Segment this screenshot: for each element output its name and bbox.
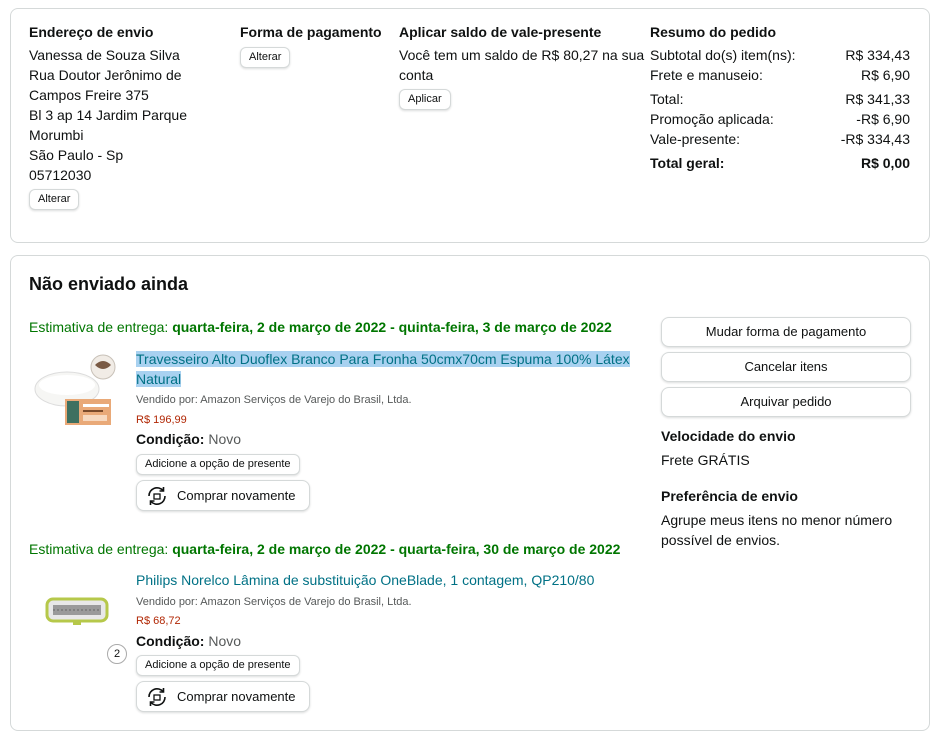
buy-again-button[interactable]: Comprar novamente	[136, 480, 310, 511]
shipping-preference-value: Agrupe meus itens no menor número possív…	[661, 512, 893, 548]
summary-value: R$ 6,90	[860, 67, 910, 83]
grand-total-value: R$ 0,00	[860, 155, 910, 171]
grand-total-label: Total geral:	[650, 155, 725, 171]
product-title-line: Travesseiro Alto Duoflex Branco Para Fro…	[136, 351, 630, 367]
address-line: Morumbi	[29, 127, 84, 143]
summary-row-promotion: Promoção aplicada: -R$ 6,90	[650, 109, 910, 129]
cancel-items-button[interactable]: Cancelar itens	[661, 352, 911, 382]
buy-again-button[interactable]: Comprar novamente	[136, 681, 310, 712]
delivery-estimate: Estimativa de entrega: quarta-feira, 2 d…	[29, 539, 620, 559]
buy-again-icon	[148, 687, 166, 706]
condition-value: Novo	[204, 633, 242, 649]
summary-value: R$ 341,33	[845, 91, 910, 107]
address-line: Bl 3 ap 14 Jardim Parque	[29, 107, 187, 123]
shipping-address-heading: Endereço de envio	[29, 24, 154, 40]
giftcard-heading: Aplicar saldo de vale-presente	[399, 24, 602, 40]
address-line: Campos Freire 375	[29, 87, 149, 103]
product-title-link[interactable]: Travesseiro Alto Duoflex Branco Para Fro…	[136, 349, 636, 389]
add-gift-option-button[interactable]: Adicione a opção de presente	[136, 454, 300, 475]
payment-heading: Forma de pagamento	[240, 24, 382, 40]
product-title-link[interactable]: Philips Norelco Lâmina de substituição O…	[136, 570, 636, 590]
item-condition: Condição: Novo	[136, 631, 241, 651]
summary-value: R$ 334,43	[845, 47, 910, 63]
delivery-prefix: Estimativa de entrega:	[29, 319, 173, 335]
shipping-address-section: Endereço de envio Vanessa de Souza Silva…	[29, 22, 229, 210]
product-title-line: Philips Norelco Lâmina de substituição O…	[136, 572, 595, 588]
buy-again-label: Comprar novamente	[177, 688, 296, 704]
item-price: R$ 196,99	[136, 414, 187, 426]
giftcard-balance-text: Você tem um saldo de R$ 80,27 na sua con…	[399, 47, 645, 83]
payment-section: Forma de pagamento Alterar	[240, 22, 390, 68]
blade-product-image[interactable]	[33, 571, 121, 659]
summary-label: Total:	[650, 91, 684, 107]
shipping-speed-value: Frete GRÁTIS	[661, 452, 750, 468]
shipping-speed-heading: Velocidade do envio	[661, 428, 796, 444]
address-line: Vanessa de Souza Silva	[29, 47, 180, 63]
address-line: São Paulo - Sp	[29, 147, 124, 163]
archive-order-button[interactable]: Arquivar pedido	[661, 387, 911, 417]
summary-value: -R$ 334,43	[840, 131, 910, 147]
summary-label: Promoção aplicada:	[650, 111, 774, 127]
giftcard-section: Aplicar saldo de vale-presente Você tem …	[399, 22, 649, 110]
apply-giftcard-button[interactable]: Aplicar	[399, 89, 451, 110]
address-line: 05712030	[29, 167, 92, 183]
delivery-estimate: Estimativa de entrega: quarta-feira, 2 d…	[29, 317, 612, 337]
pillow-product-image[interactable]	[33, 349, 121, 437]
add-gift-option-button[interactable]: Adicione a opção de presente	[136, 655, 300, 676]
change-payment-method-button[interactable]: Mudar forma de pagamento	[661, 317, 911, 347]
summary-row-subtotal: Subtotal do(s) item(ns): R$ 334,43	[650, 45, 910, 65]
delivery-range: quarta-feira, 2 de março de 2022 - quint…	[172, 319, 612, 335]
checkout-summary-panel: Endereço de envio Vanessa de Souza Silva…	[10, 8, 930, 243]
summary-label: Vale-presente:	[650, 131, 741, 147]
quantity-badge: 2	[107, 644, 127, 664]
address-line: Rua Doutor Jerônimo de	[29, 67, 182, 83]
condition-label: Condição:	[136, 431, 205, 447]
shipping-preference-heading: Preferência de envio	[661, 488, 798, 504]
delivery-range: quarta-feira, 2 de março de 2022 - quart…	[172, 541, 621, 557]
product-title-line: Natural	[136, 371, 182, 387]
item-price: R$ 68,72	[136, 615, 181, 627]
shipment-status-title: Não enviado ainda	[29, 274, 189, 294]
summary-value: -R$ 6,90	[856, 111, 910, 127]
summary-row-grand-total: Total geral: R$ 0,00	[650, 153, 910, 173]
change-payment-button[interactable]: Alterar	[240, 47, 291, 68]
seller-text: Vendido por: Amazon Serviços de Varejo d…	[136, 596, 412, 608]
summary-label: Subtotal do(s) item(ns):	[650, 47, 796, 63]
order-summary-section: Resumo do pedido Subtotal do(s) item(ns)…	[650, 22, 912, 173]
buy-again-icon	[148, 486, 166, 505]
order-summary-heading: Resumo do pedido	[650, 24, 776, 40]
buy-again-label: Comprar novamente	[177, 487, 296, 503]
summary-row-total: Total: R$ 341,33	[650, 89, 910, 109]
summary-row-giftcard: Vale-presente: -R$ 334,43	[650, 129, 910, 149]
change-address-button[interactable]: Alterar	[29, 189, 80, 210]
order-shipment-panel: Não enviado ainda Estimativa de entrega:…	[10, 255, 930, 731]
seller-text: Vendido por: Amazon Serviços de Varejo d…	[136, 394, 412, 406]
condition-label: Condição:	[136, 633, 205, 649]
delivery-prefix: Estimativa de entrega:	[29, 541, 173, 557]
summary-label: Frete e manuseio:	[650, 67, 763, 83]
summary-row-shipping: Frete e manuseio: R$ 6,90	[650, 65, 910, 85]
item-condition: Condição: Novo	[136, 429, 241, 449]
condition-value: Novo	[204, 431, 242, 447]
